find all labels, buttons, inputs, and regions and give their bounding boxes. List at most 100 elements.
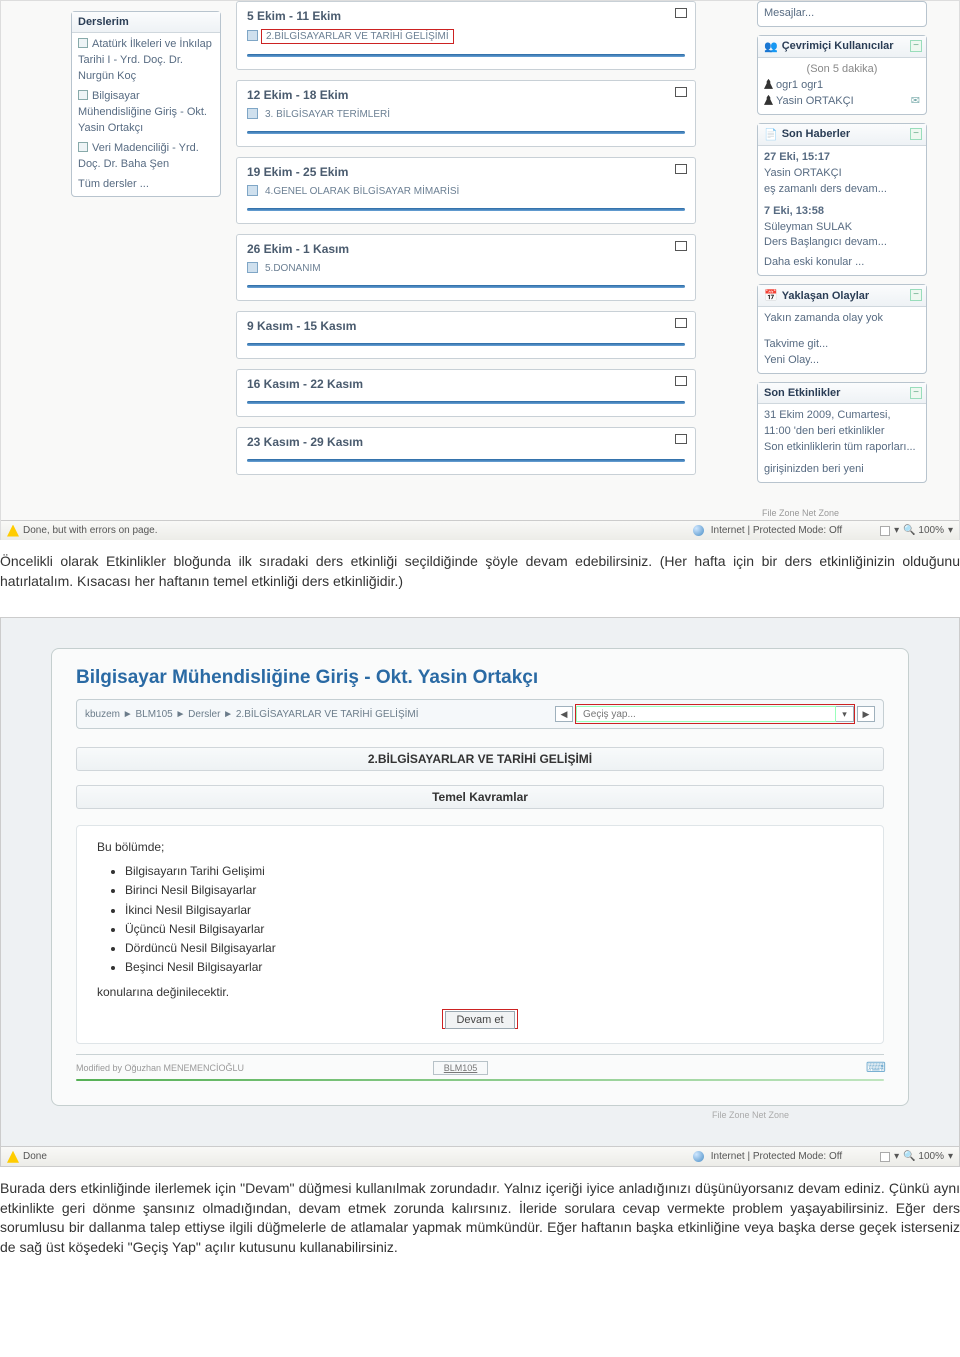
screenshot-lesson-page: Bilgisayar Mühendisliğine Giriş - Okt. Y… <box>0 617 960 1167</box>
week-toggle-icon[interactable] <box>675 434 687 444</box>
news-author: Yasin ORTAKÇI <box>764 167 842 179</box>
course-item[interactable]: Bilgisayar Mühendisliğine Giriş - Okt. Y… <box>78 89 214 137</box>
online-user[interactable]: ogr1 ogr1 <box>764 78 920 94</box>
calendar-icon: 📅 <box>764 289 778 302</box>
breadcrumb-row: kbuzem ► BLM105 ► Dersler ► 2.BİLGİSAYAR… <box>76 699 884 729</box>
week-toggle-icon[interactable] <box>675 8 687 18</box>
file-zone-label: File Zone Net Zone <box>762 508 839 518</box>
course-home-button[interactable]: BLM105 <box>433 1061 489 1075</box>
browser-statusbar: Done Internet | Protected Mode: Off ▾ 🔍 … <box>1 1146 959 1166</box>
zoom-level[interactable]: 🔍 100% <box>903 1151 944 1162</box>
week-box: 16 Kasım - 22 Kasım <box>236 369 696 417</box>
protected-mode-text: Internet | Protected Mode: Off <box>711 1151 842 1162</box>
week-box: 19 Ekim - 25 Ekim 4.GENEL OLARAK BİLGİSA… <box>236 157 696 224</box>
modified-bar: Modified by Oğuzhan MENEMENCİOĞLU BLM105… <box>76 1054 884 1076</box>
browser-statusbar: Done, but with errors on page. Internet … <box>1 520 959 540</box>
week-title: 16 Kasım - 22 Kasım <box>247 377 685 391</box>
lesson-card: Bilgisayar Mühendisliğine Giriş - Okt. Y… <box>51 648 909 1106</box>
week-toggle-icon[interactable] <box>675 376 687 386</box>
jump-nav: ◀ Geçiş yap... ▾ ▶ <box>555 704 875 724</box>
week-title: 12 Ekim - 18 Ekim <box>247 88 685 102</box>
all-courses-link[interactable]: Tüm dersler ... <box>78 178 149 190</box>
zoom-level[interactable]: 🔍 100% <box>903 525 944 536</box>
continue-button[interactable]: Devam et <box>445 1011 514 1029</box>
block-title: 📅Yaklaşan Olaylar <box>758 285 926 307</box>
lesson-intro: Bu bölümde; <box>97 840 863 854</box>
block-title: 📄Son Haberler <box>758 124 926 146</box>
block-title: Son Etkinlikler <box>758 383 926 404</box>
resource-link[interactable]: 5.DONANIM <box>247 262 685 275</box>
collapse-icon[interactable]: − <box>910 40 922 52</box>
collapse-icon[interactable]: − <box>910 387 922 399</box>
lesson-icon <box>247 108 258 119</box>
breadcrumbs[interactable]: kbuzem ► BLM105 ► Dersler ► 2.BİLGİSAYAR… <box>85 709 419 720</box>
recent-activity-block: Son Etkinlikler − 31 Ekim 2009, Cumartes… <box>757 382 927 483</box>
upcoming-events-block: 📅Yaklaşan Olaylar − Yakın zamanda olay y… <box>757 284 927 374</box>
recent-tail: girişinizden beri yeni <box>764 462 920 478</box>
status-text: Done <box>23 1151 47 1162</box>
person-icon <box>764 79 773 89</box>
course-heading: Bilgisayar Mühendisliğine Giriş - Okt. Y… <box>76 667 884 689</box>
block-title: 👥Çevrimiçi Kullanıcılar <box>758 36 926 58</box>
internet-zone-icon <box>693 525 704 536</box>
recent-report-link[interactable]: Son etkinliklerin tüm raporları... <box>764 441 916 453</box>
prev-button[interactable]: ◀ <box>555 706 573 722</box>
news-block: 📄Son Haberler − 27 Eki, 15:17 Yasin ORTA… <box>757 123 927 277</box>
messages-link[interactable]: Mesajlar... <box>764 7 814 19</box>
users-icon: 👥 <box>764 40 778 53</box>
week-title: 23 Kasım - 29 Kasım <box>247 435 685 449</box>
block-content: Yakın zamanda olay yok Takvime git... Ye… <box>758 307 926 373</box>
block-content: 31 Ekim 2009, Cumartesi, 11:00 'den beri… <box>758 404 926 482</box>
list-item: İkinci Nesil Bilgisayarlar <box>125 901 863 920</box>
week-toggle-icon[interactable] <box>675 164 687 174</box>
lesson-icon <box>247 30 258 41</box>
my-courses-block: Derslerim Atatürk İlkeleri ve İnkılap Ta… <box>71 11 221 197</box>
week-box: 26 Ekim - 1 Kasım 5.DONANIM <box>236 234 696 301</box>
messages-block: Mesajlar... <box>757 1 927 27</box>
week-title: 26 Ekim - 1 Kasım <box>247 242 685 256</box>
jump-select[interactable]: Geçiş yap... <box>576 706 836 722</box>
week-toggle-icon[interactable] <box>675 241 687 251</box>
new-event-link[interactable]: Yeni Olay... <box>764 354 819 366</box>
week-title: 5 Ekim - 11 Ekim <box>247 9 685 23</box>
message-icon[interactable]: ✉ <box>911 94 920 110</box>
collapse-icon[interactable]: − <box>910 128 922 140</box>
modified-by: Modified by Oğuzhan MENEMENCİOĞLU <box>76 1063 244 1073</box>
warning-icon <box>7 1151 19 1163</box>
lesson-icon <box>247 262 258 273</box>
resource-link[interactable]: 4.GENEL OLARAK BİLGİSAYAR MİMARİSİ <box>247 185 685 198</box>
lesson-outro: konularına değinilecektir. <box>97 985 863 999</box>
next-button[interactable]: ▶ <box>857 706 875 722</box>
block-content: (Son 5 dakika) ogr1 ogr1 Yasin ORTAKÇI ✉ <box>758 58 926 114</box>
week-title: 9 Kasım - 15 Kasım <box>247 319 685 333</box>
list-item: Birinci Nesil Bilgisayarlar <box>125 881 863 900</box>
left-column: Derslerim Atatürk İlkeleri ve İnkılap Ta… <box>71 11 221 205</box>
keyboard-icon[interactable]: ⌨ <box>866 1059 884 1076</box>
week-box: 23 Kasım - 29 Kasım <box>236 427 696 475</box>
collapse-icon[interactable]: − <box>910 289 922 301</box>
older-topics-link[interactable]: Daha eski konular ... <box>764 256 864 268</box>
news-text: Ders Başlangıcı devam... <box>764 236 887 248</box>
bullet-list: Bilgisayarın Tarihi Gelişimi Birinci Nes… <box>125 862 863 977</box>
week-toggle-icon[interactable] <box>675 87 687 97</box>
week-box: 12 Ekim - 18 Ekim 3. BİLGİSAYAR TERİMLER… <box>236 80 696 147</box>
dropdown-icon[interactable] <box>880 1152 890 1162</box>
subsection-bar: Temel Kavramlar <box>76 785 884 809</box>
jump-dropdown-icon[interactable]: ▾ <box>836 706 854 722</box>
course-weeks: 5 Ekim - 11 Ekim 2.BİLGİSAYARLAR VE TARİ… <box>236 1 696 485</box>
dropdown-icon[interactable] <box>880 526 890 536</box>
online-user[interactable]: Yasin ORTAKÇI ✉ <box>764 94 920 110</box>
news-item[interactable]: 27 Eki, 15:17 Yasin ORTAKÇI eş zamanlı d… <box>764 150 920 198</box>
course-item[interactable]: Veri Madenciliği - Yrd. Doç. Dr. Baha Şe… <box>78 141 214 173</box>
week-box: 5 Ekim - 11 Ekim 2.BİLGİSAYARLAR VE TARİ… <box>236 1 696 70</box>
news-text: eş zamanlı ders devam... <box>764 183 887 195</box>
news-item[interactable]: 7 Eki, 13:58 Süleyman SULAK Ders Başlang… <box>764 204 920 252</box>
course-item[interactable]: Atatürk İlkeleri ve İnkılap Tarihi I - Y… <box>78 37 214 85</box>
goto-calendar-link[interactable]: Takvime git... <box>764 338 828 350</box>
news-author: Süleyman SULAK <box>764 221 852 233</box>
resource-link[interactable]: 3. BİLGİSAYAR TERİMLERİ <box>247 108 685 121</box>
warning-icon <box>7 525 19 537</box>
week-toggle-icon[interactable] <box>675 318 687 328</box>
news-icon: 📄 <box>764 128 778 141</box>
resource-link[interactable]: 2.BİLGİSAYARLAR VE TARİHİ GELİŞİMİ <box>247 29 685 44</box>
